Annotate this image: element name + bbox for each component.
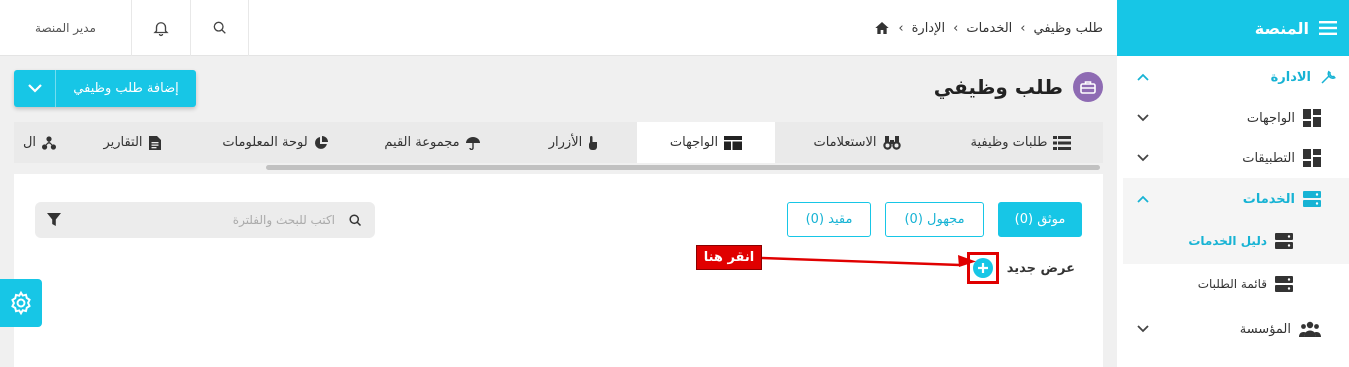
tab-interfaces[interactable]: الواجهات: [637, 122, 775, 163]
sidebar-item-label: الواجهات: [1246, 110, 1295, 126]
tab-label: الواجهات: [669, 135, 719, 150]
tab-queries[interactable]: الاستعلامات: [775, 122, 939, 163]
chevron-down-icon: [1137, 325, 1149, 333]
search-icon: [348, 213, 363, 228]
add-job-request-button[interactable]: إضافة طلب وظيفي: [14, 70, 196, 107]
search-filter-box: [35, 202, 375, 238]
sidebar-item-label: الادارة: [1270, 69, 1311, 85]
sidebar-item-label: قائمة الطلبات: [1197, 277, 1267, 291]
tab-label: ال: [22, 135, 36, 150]
gear-icon: [8, 290, 34, 316]
binoculars-icon: [882, 135, 901, 150]
notifications-button[interactable]: [132, 0, 191, 56]
sidebar: المنصة الادارة الواجهات التطبيقات الخدما…: [1117, 0, 1349, 367]
filter-label: مجهول (0): [904, 212, 965, 227]
sidebar-item-services[interactable]: الخدمات: [1117, 179, 1349, 219]
sidebar-item-services-directory[interactable]: دليل الخدمات: [1117, 221, 1349, 261]
chevron-icon: ›: [1020, 20, 1026, 36]
window-icon: [724, 135, 743, 150]
bell-icon: [152, 19, 170, 37]
sidebar-item-interfaces[interactable]: الواجهات: [1117, 98, 1349, 138]
top-bar: مدير المنصة › الإدارة › الخدمات › طلب وظ…: [0, 0, 1117, 56]
callout-label: انقر هنا: [696, 245, 762, 270]
tab-value-sets[interactable]: مجموعة القيم: [354, 122, 510, 163]
breadcrumb: › الإدارة › الخدمات › طلب وظيفي: [874, 0, 1103, 56]
menu-icon[interactable]: [1319, 20, 1337, 36]
add-dropdown-toggle[interactable]: [14, 70, 56, 107]
sidebar-header: المنصة: [1117, 0, 1349, 56]
tab-label: الاستعلامات: [813, 135, 877, 150]
tab-label: لوحة المعلومات: [222, 135, 308, 150]
home-icon[interactable]: [874, 20, 890, 36]
tab-dashboard[interactable]: لوحة المعلومات: [196, 122, 354, 163]
filter-anonymous-button[interactable]: مجهول (0): [885, 202, 984, 237]
user-name: مدير المنصة: [35, 21, 96, 35]
pointer-icon: [588, 135, 598, 150]
sidebar-title: المنصة: [1254, 18, 1309, 38]
umbrella-icon: [465, 136, 480, 150]
tab-structure[interactable]: ال: [14, 122, 68, 163]
chevron-down-icon: [1137, 154, 1149, 162]
sidebar-item-label: الخدمات: [1242, 191, 1295, 207]
chevron-up-icon: [1137, 73, 1149, 81]
tab-bar: طلبات وظيفية الاستعلامات الواجهات الأزرا…: [14, 122, 1103, 163]
breadcrumb-item-current: طلب وظيفي: [1033, 20, 1103, 36]
filter-restricted-button[interactable]: مقيد (0): [787, 202, 871, 237]
sitemap-icon: [42, 135, 56, 150]
server-icon: [1303, 191, 1321, 207]
pie-icon: [314, 135, 328, 150]
sidebar-item-applications[interactable]: التطبيقات: [1117, 138, 1349, 178]
plus-icon: [977, 262, 989, 274]
search-icon: [212, 20, 228, 36]
content-card: مقيد (0) مجهول (0) موثق (0) عرض جديد: [14, 174, 1103, 367]
chevron-down-icon: [1137, 114, 1149, 122]
filter-verified-button[interactable]: موثق (0): [998, 202, 1082, 237]
filter-label: مقيد (0): [805, 212, 853, 227]
sidebar-item-label: التطبيقات: [1242, 150, 1295, 166]
chevron-down-icon: [27, 84, 42, 93]
dashboard-icon: [1303, 149, 1321, 167]
sidebar-item-label: المؤسسة: [1239, 321, 1291, 337]
users-icon: [1299, 321, 1321, 337]
user-menu[interactable]: مدير المنصة: [0, 0, 132, 56]
chevron-icon: ›: [898, 20, 904, 36]
tab-buttons[interactable]: الأزرار: [510, 122, 637, 163]
new-view-row: عرض جديد: [966, 252, 1075, 284]
chevron-icon: ›: [953, 20, 959, 36]
file-icon: [148, 135, 161, 150]
page-title: طلب وظيفي: [933, 75, 1063, 99]
filter-label: موثق (0): [1014, 212, 1066, 227]
tab-label: التقارير: [103, 135, 143, 150]
wrench-icon: [1319, 68, 1337, 86]
tab-label: الأزرار: [548, 135, 583, 150]
new-view-label: عرض جديد: [1006, 260, 1075, 276]
list-icon: [1053, 135, 1072, 150]
tab-job-requests[interactable]: طلبات وظيفية: [939, 122, 1103, 163]
arrow-icon: [762, 252, 978, 268]
breadcrumb-item-services[interactable]: الخدمات: [966, 21, 1012, 36]
chevron-up-icon: [1137, 195, 1149, 203]
breadcrumb-item-admin[interactable]: الإدارة: [912, 21, 946, 36]
sidebar-item-organization[interactable]: المؤسسة: [1117, 309, 1349, 349]
sidebar-item-label: دليل الخدمات: [1188, 234, 1267, 248]
filter-icon[interactable]: [47, 213, 61, 227]
tab-label: طلبات وظيفية: [970, 135, 1048, 150]
sidebar-item-admin[interactable]: الادارة: [1117, 57, 1349, 97]
add-button-label: إضافة طلب وظيفي: [73, 81, 179, 96]
sidebar-item-requests-list[interactable]: قائمة الطلبات: [1117, 264, 1349, 304]
server-icon: [1275, 233, 1293, 249]
settings-button[interactable]: [0, 279, 42, 327]
search-button[interactable]: [191, 0, 249, 56]
page-header: طلب وظيفي: [934, 72, 1103, 102]
server-icon: [1275, 276, 1293, 292]
search-input[interactable]: [95, 205, 335, 235]
tab-scrollbar-thumb[interactable]: [266, 165, 1100, 170]
tab-reports[interactable]: التقارير: [68, 122, 196, 163]
tab-label: مجموعة القيم: [384, 135, 460, 150]
dashboard-icon: [1303, 109, 1321, 127]
briefcase-icon: [1073, 72, 1103, 102]
